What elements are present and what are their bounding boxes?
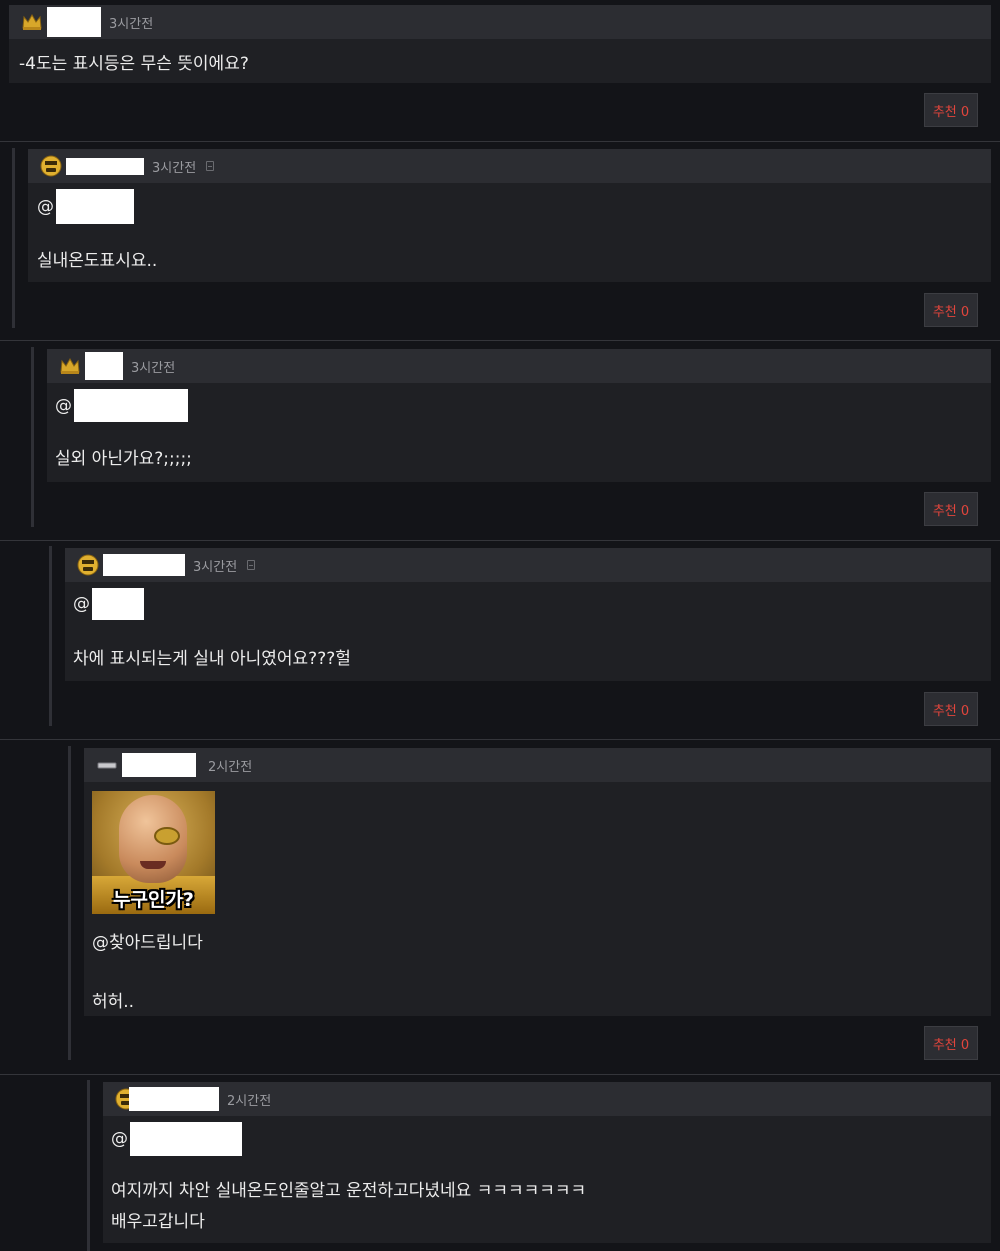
comment-body: @ 차에 표시되는게 실내 아니였어요???헐 — [65, 582, 991, 681]
comment: 3시간전 -4도는 표시등은 무슨 뜻이에요? — [9, 5, 991, 83]
comment: 2시간전 @ 여지까지 차안 실내온도인줄알고 운전하고다녔네요 ㅋㅋㅋㅋㅋㅋㅋ… — [103, 1082, 991, 1243]
comment-body: 누구인가? @찾아드립니다 허허.. — [84, 782, 991, 1016]
thread-line — [68, 746, 71, 1060]
comment-text: 차에 표시되는게 실내 아니였어요???헐 — [73, 649, 351, 669]
mention-at: @ — [37, 196, 54, 217]
comment-text: -4도는 표시등은 무슨 뜻이에요? — [19, 54, 249, 74]
comment-time: 3시간전 — [109, 16, 154, 32]
mention-at: @ — [111, 1129, 128, 1149]
recommend-button[interactable]: 추천 0 — [924, 93, 978, 127]
comment: 3시간전 @ 실내온도표시요.. — [28, 149, 991, 282]
comment-header: 3시간전 — [28, 149, 991, 183]
thread-line — [12, 148, 15, 328]
crown-gold-icon — [22, 13, 42, 30]
crown-gold-icon — [60, 357, 80, 374]
username-redacted[interactable] — [122, 753, 196, 777]
comment: 3시간전 @ 차에 표시되는게 실내 아니였어요???헐 — [65, 548, 991, 681]
comment-body: -4도는 표시등은 무슨 뜻이에요? — [9, 39, 991, 83]
username-redacted[interactable] — [103, 554, 185, 576]
comment-header: 2시간전 — [103, 1082, 991, 1116]
mention-name-redacted — [56, 189, 134, 224]
comment-header: 3시간전 — [9, 5, 991, 39]
comment-time: 2시간전 — [208, 759, 253, 775]
meme-caption: 누구인가? — [113, 889, 194, 911]
comment: 3시간전 @ 실외 아닌가요?;;;;; — [47, 349, 991, 482]
comment-body: @ 실내온도표시요.. — [28, 183, 991, 282]
comment-text: 배우고갑니다 — [111, 1212, 205, 1232]
comment-text: 실외 아닌가요?;;;;; — [55, 449, 192, 469]
separator — [0, 739, 1000, 740]
recommend-button[interactable]: 추천 0 — [924, 293, 978, 327]
comment-text: 여지까지 차안 실내온도인줄알고 운전하고다녔네요 ㅋㅋㅋㅋㅋㅋㅋ — [111, 1181, 587, 1201]
comment-thread: 3시간전 -4도는 표시등은 무슨 뜻이에요? 추천 0 3시간전 @ 실내온도… — [0, 0, 1000, 1251]
bar-gray-icon — [97, 762, 117, 769]
username-redacted[interactable] — [129, 1087, 219, 1111]
comment-text: @찾아드립니다 — [92, 933, 203, 953]
mention-at: @ — [73, 594, 90, 614]
meme-mouth — [140, 861, 166, 869]
memo-icon[interactable] — [206, 161, 215, 171]
mention-at: @ — [55, 395, 72, 416]
thread-line — [49, 546, 52, 726]
thread-line — [87, 1080, 90, 1251]
comment-time: 3시간전 — [152, 160, 197, 176]
recommend-button[interactable]: 추천 0 — [924, 692, 978, 726]
recommend-button[interactable]: 추천 0 — [924, 492, 978, 526]
comment-body: @ 여지까지 차안 실내온도인줄알고 운전하고다녔네요 ㅋㅋㅋㅋㅋㅋㅋ 배우고갑… — [103, 1116, 991, 1243]
memo-icon[interactable] — [247, 560, 256, 570]
comment-header: 3시간전 — [47, 349, 991, 383]
meme-eyepatch — [154, 827, 180, 845]
comment: 2시간전 누구인가? @찾아드립니다 허허.. — [84, 748, 991, 1016]
username-redacted[interactable] — [66, 157, 144, 175]
comment-header: 2시간전 — [84, 748, 991, 782]
smiley-gold-icon — [77, 554, 99, 576]
comment-body: @ 실외 아닌가요?;;;;; — [47, 383, 991, 482]
mention[interactable]: @ — [111, 1122, 983, 1156]
smiley-gold-icon — [40, 155, 62, 177]
separator — [0, 1074, 1000, 1075]
comment-time: 3시간전 — [193, 559, 238, 575]
separator — [0, 540, 1000, 541]
thread-line — [31, 347, 34, 527]
separator — [0, 141, 1000, 142]
mention-name-redacted — [92, 588, 144, 620]
comment-time: 2시간전 — [227, 1093, 272, 1109]
username-redacted[interactable] — [47, 7, 101, 37]
mention[interactable]: @ — [73, 588, 983, 620]
comment-text: 실내온도표시요.. — [37, 251, 158, 271]
comment-header: 3시간전 — [65, 548, 991, 582]
mention-name-redacted — [74, 389, 188, 422]
separator — [0, 340, 1000, 341]
comment-text: 허허.. — [92, 992, 135, 1012]
mention[interactable]: @ — [37, 189, 982, 224]
mention-name-redacted — [130, 1122, 242, 1156]
meme-image[interactable]: 누구인가? — [92, 791, 215, 914]
comment-time: 3시간전 — [131, 360, 176, 376]
mention[interactable]: @ — [55, 389, 983, 422]
recommend-button[interactable]: 추천 0 — [924, 1026, 978, 1060]
username-redacted[interactable] — [85, 352, 123, 380]
